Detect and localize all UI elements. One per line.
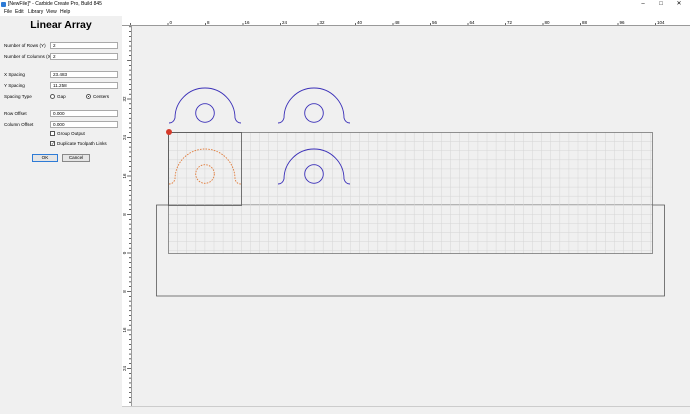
design-canvas[interactable]	[132, 27, 690, 406]
origin-marker-icon[interactable]	[166, 129, 172, 135]
group-output-checkbox[interactable]	[50, 131, 55, 136]
maximize-button[interactable]: □	[654, 0, 668, 9]
x-spacing-field[interactable]: 23.483	[50, 71, 118, 78]
app-icon	[1, 2, 6, 7]
column-offset-label: Column Offset	[4, 122, 34, 127]
left-ruler-label: 0	[122, 251, 127, 254]
canvas-drawing[interactable]	[132, 27, 690, 406]
left-ruler-label: 32	[122, 96, 127, 102]
left-ruler-label: 8	[122, 213, 127, 216]
top-ruler-label: 104	[657, 20, 665, 25]
left-ruler-scale: 32 24 16 8 0 8 16 24	[122, 26, 131, 403]
outer-stock-rectangle[interactable]	[156, 204, 665, 297]
columns-field[interactable]: 2	[50, 53, 118, 60]
hole-circle[interactable]	[304, 103, 324, 123]
menu-help[interactable]: Help	[60, 9, 70, 16]
top-ruler-label: 72	[507, 20, 513, 25]
panel-title: Linear Array	[30, 19, 92, 31]
left-ruler: 32 24 16 8 0 8 16 24	[122, 26, 132, 406]
duplicate-links-label: Duplicate Toolpath Links	[57, 141, 107, 146]
left-ruler-label: 16	[122, 173, 127, 179]
y-spacing-field[interactable]: 11.258	[50, 82, 118, 89]
cancel-button[interactable]: Cancel	[62, 154, 90, 162]
gap-radio[interactable]	[50, 94, 55, 99]
top-ruler-label: 64	[470, 20, 476, 25]
hole-circle[interactable]	[195, 103, 215, 123]
gap-radio-label: Gap	[57, 94, 66, 99]
left-ruler-label: 24	[122, 135, 127, 141]
arch-profile[interactable]	[168, 87, 242, 124]
top-ruler-label: 8	[207, 20, 210, 25]
array-copy-top-left[interactable]	[168, 87, 242, 124]
top-ruler-label: 96	[620, 20, 626, 25]
top-ruler-label: 0	[170, 20, 173, 25]
row-offset-label: Row Offset	[4, 111, 27, 116]
top-ruler: 0 8 16 24 32 40 48 56 64 72 80 88 96 104	[122, 16, 690, 26]
status-bar	[122, 406, 690, 414]
ok-button[interactable]: OK	[32, 154, 58, 162]
title-bar: [NewFile]* - Carbide Create Pro, Build 8…	[0, 0, 690, 9]
column-offset-field[interactable]: 0.000	[50, 121, 118, 128]
centers-radio-label: Centers	[93, 94, 110, 99]
array-copy-top-right[interactable]	[277, 87, 351, 124]
left-ruler-label: 16	[122, 327, 127, 333]
top-ruler-label: 56	[432, 20, 438, 25]
y-spacing-label: Y Spacing	[4, 83, 25, 88]
top-ruler-label: 16	[245, 20, 251, 25]
top-ruler-label: 24	[282, 20, 288, 25]
left-ruler-label: 24	[122, 366, 127, 372]
top-ruler-label: 88	[582, 20, 588, 25]
rows-label: Number of Rows (Y)	[4, 43, 46, 48]
close-button[interactable]: ✕	[672, 0, 686, 9]
arch-profile[interactable]	[277, 87, 351, 124]
row-offset-field[interactable]: 0.000	[50, 110, 118, 117]
minimize-button[interactable]: –	[636, 0, 650, 9]
top-ruler-label: 80	[545, 20, 551, 25]
menu-view[interactable]: View	[46, 9, 57, 16]
top-ruler-label: 32	[320, 20, 326, 25]
window-title: [NewFile]* - Carbide Create Pro, Build 8…	[8, 1, 102, 7]
menu-library[interactable]: Library	[28, 9, 43, 16]
top-ruler-scale: 0 8 16 24 32 40 48 56 64 72 80 88 96 104	[130, 20, 665, 25]
x-spacing-label: X Spacing	[4, 72, 25, 77]
linear-array-panel: Linear Array Number of Rows (Y) 2 Number…	[0, 16, 122, 406]
menu-bar: File Edit Library View Help	[0, 9, 690, 16]
menu-edit[interactable]: Edit	[15, 9, 24, 16]
columns-label: Number of Columns (X)	[4, 54, 53, 59]
duplicate-links-checkbox[interactable]: ✓	[50, 141, 55, 146]
menu-file[interactable]: File	[4, 9, 12, 16]
top-ruler-label: 40	[357, 20, 363, 25]
rows-field[interactable]: 2	[50, 42, 118, 49]
spacing-type-label: Spacing Type	[4, 94, 32, 99]
centers-radio[interactable]	[86, 94, 91, 99]
group-output-label: Group Output	[57, 131, 85, 136]
left-ruler-label: 8	[122, 290, 127, 293]
top-ruler-label: 48	[395, 20, 401, 25]
